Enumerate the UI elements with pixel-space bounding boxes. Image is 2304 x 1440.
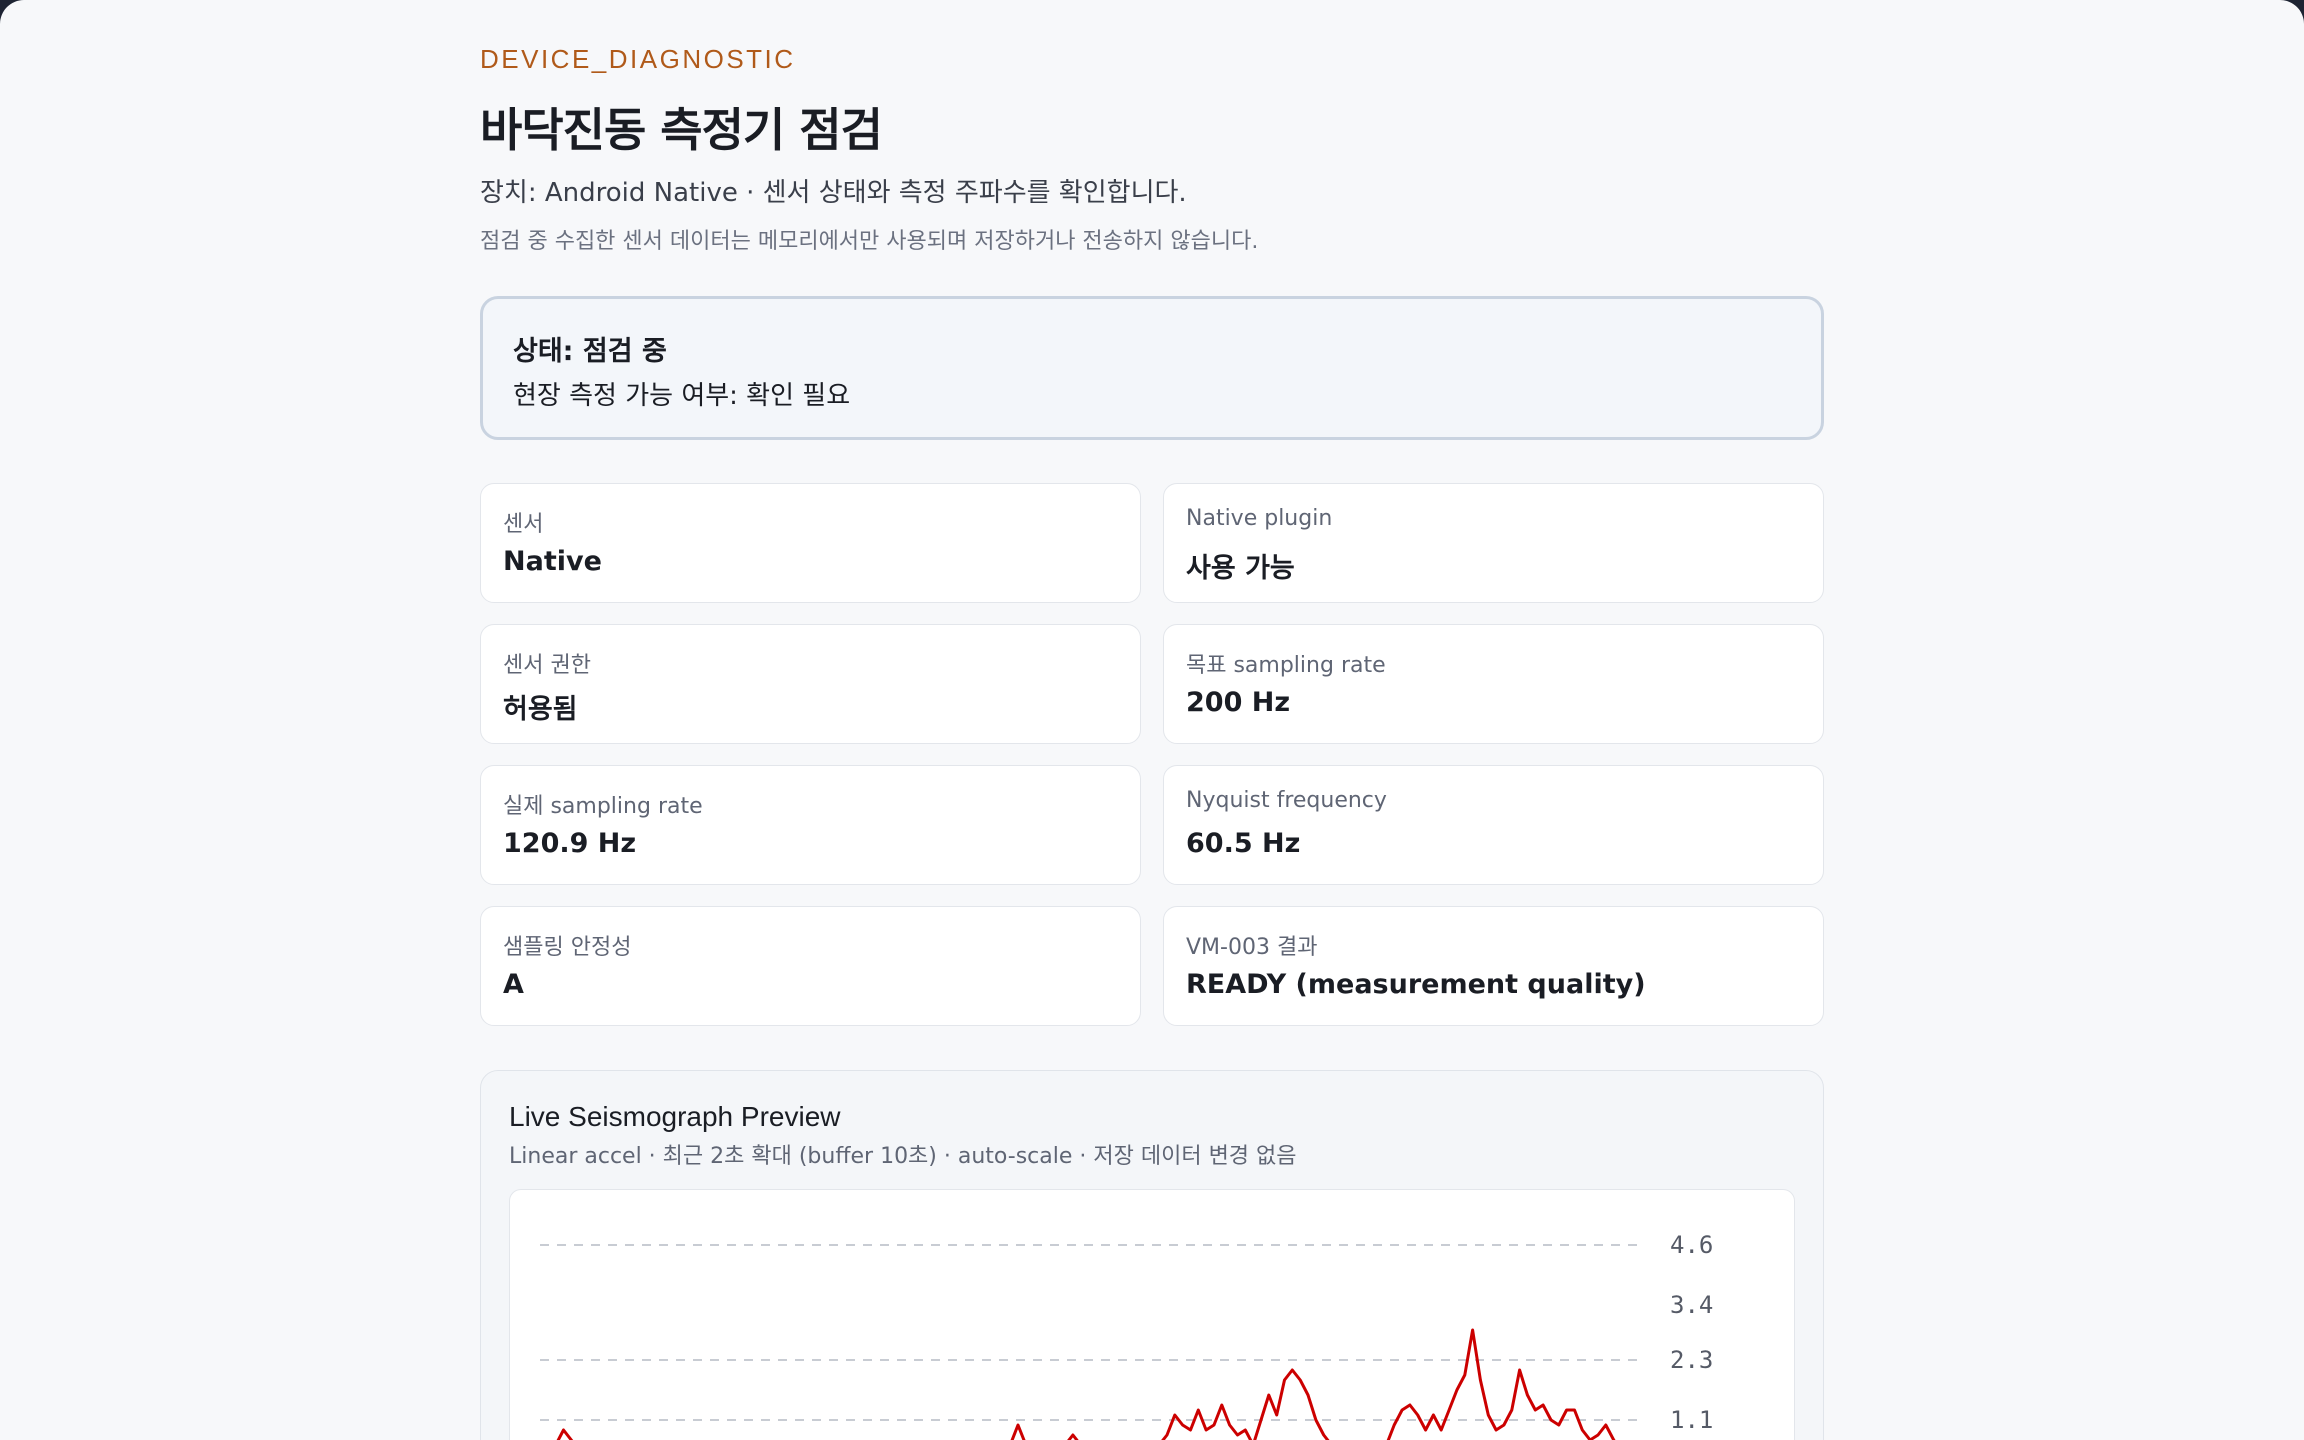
page-title: 바닥진동 측정기 점검 [480, 103, 883, 157]
seismograph-svg: 4.6 3.4 2.3 1.1 [540, 1231, 1713, 1440]
card-nyquist-frequency: Nyquist frequency 60.5 Hz [1163, 765, 1824, 885]
card-label: Native plugin [1186, 506, 1333, 531]
seismograph-chart: 4.6 3.4 2.3 1.1 [509, 1189, 1795, 1440]
card-value: A [503, 969, 524, 1000]
card-value: 120.9 Hz [503, 828, 637, 859]
card-sensor: 센서 Native [480, 483, 1141, 603]
card-label: 샘플링 안정성 [503, 935, 632, 960]
card-value: READY (measurement quality) [1186, 969, 1646, 1000]
card-actual-sampling-rate: 실제 sampling rate 120.9 Hz [480, 765, 1141, 885]
card-label: 센서 [503, 512, 544, 537]
card-sampling-stability: 샘플링 안정성 A [480, 906, 1141, 1026]
card-vm003-result: VM-003 결과 READY (measurement quality) [1163, 906, 1824, 1026]
status-title: 상태: 점검 중 [513, 336, 667, 367]
card-label: 목표 sampling rate [1186, 653, 1386, 678]
page-eyebrow: DEVICE_DIAGNOSTIC [480, 44, 796, 74]
y-tick-label: 3.4 [1670, 1291, 1713, 1319]
card-target-sampling-rate: 목표 sampling rate 200 Hz [1163, 624, 1824, 744]
card-value: 허용됨 [503, 694, 578, 725]
card-label: Nyquist frequency [1186, 788, 1387, 813]
y-tick-label: 2.3 [1670, 1346, 1713, 1374]
device-description: 장치: Android Native · 센서 상태와 측정 주파수를 확인합니… [480, 178, 1187, 208]
card-sensor-permission: 센서 권한 허용됨 [480, 624, 1141, 744]
preview-subtitle: Linear accel · 최근 2초 확대 (buffer 10초) · a… [509, 1144, 1297, 1169]
card-value: 60.5 Hz [1186, 828, 1301, 859]
card-native-plugin: Native plugin 사용 가능 [1163, 483, 1824, 603]
status-subtitle: 현장 측정 가능 여부: 확인 필요 [513, 381, 851, 411]
card-label: VM-003 결과 [1186, 935, 1318, 960]
status-panel: 상태: 점검 중 현장 측정 가능 여부: 확인 필요 [480, 296, 1824, 440]
seismograph-preview-panel: Live Seismograph Preview Linear accel · … [480, 1070, 1824, 1440]
card-value: 200 Hz [1186, 687, 1291, 718]
card-value: 사용 가능 [1186, 553, 1295, 584]
privacy-notice: 점검 중 수집한 센서 데이터는 메모리에서만 사용되며 저장하거나 전송하지 … [480, 229, 1259, 254]
y-tick-label: 1.1 [1670, 1406, 1713, 1434]
seismograph-trace [556, 1328, 1616, 1440]
y-tick-label: 4.6 [1670, 1231, 1713, 1259]
card-value: Native [503, 546, 602, 577]
card-label: 실제 sampling rate [503, 794, 703, 819]
app-window: DEVICE_DIAGNOSTIC 바닥진동 측정기 점검 장치: Androi… [0, 0, 2304, 1440]
card-label: 센서 권한 [503, 653, 591, 678]
preview-title: Live Seismograph Preview [509, 1101, 841, 1132]
